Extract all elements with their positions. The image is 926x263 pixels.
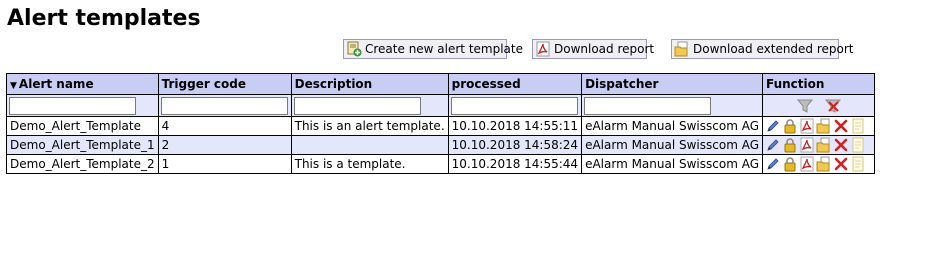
lock-icon[interactable] xyxy=(782,118,798,134)
column-header-dispatcher[interactable]: Dispatcher xyxy=(581,73,763,95)
description-filter-input[interactable] xyxy=(293,96,421,115)
cell-alert-name[interactable]: Demo_Alert_Template_1 xyxy=(6,135,159,155)
clear-filter-icon[interactable] xyxy=(824,99,841,113)
download-extended-report-button[interactable]: Download extended report xyxy=(671,39,854,59)
cell-processed: 10.10.2018 14:55:11 xyxy=(447,116,583,136)
edit-icon[interactable] xyxy=(765,118,781,134)
filter-icon[interactable] xyxy=(796,99,813,113)
table-row[interactable]: Demo_Alert_Template_1 2 10.10.2018 14:58… xyxy=(6,135,875,155)
folder-icon[interactable] xyxy=(816,118,832,134)
cell-functions xyxy=(762,116,875,136)
pdf-icon[interactable] xyxy=(799,137,815,153)
copy-icon[interactable] xyxy=(850,137,866,153)
cell-alert-name[interactable]: Demo_Alert_Template xyxy=(6,116,159,136)
alert-name-filter-input[interactable] xyxy=(9,96,136,115)
create-alert-template-label: Create new alert template xyxy=(365,42,523,56)
trigger-code-filter-input[interactable] xyxy=(160,96,288,115)
folder-document-icon xyxy=(674,41,688,57)
cell-description: This is a template. xyxy=(290,154,449,174)
add-document-icon xyxy=(347,41,362,57)
cell-alert-name[interactable]: Demo_Alert_Template_2 xyxy=(6,154,159,174)
download-extended-report-label: Download extended report xyxy=(693,42,854,56)
page-title: Alert templates xyxy=(7,6,201,31)
cell-description: This is an alert template. xyxy=(290,116,449,136)
cell-dispatcher: eAlarm Manual Swisscom AG xyxy=(581,116,763,136)
column-header-alert-name[interactable]: ▼ Alert name xyxy=(6,73,159,95)
copy-icon[interactable] xyxy=(850,118,866,134)
cell-trigger-code: 4 xyxy=(157,116,292,136)
table-row[interactable]: Demo_Alert_Template_2 1 This is a templa… xyxy=(6,154,875,174)
cell-trigger-code: 2 xyxy=(157,135,292,155)
lock-icon[interactable] xyxy=(782,137,798,153)
download-report-label: Download report xyxy=(554,42,655,56)
edit-icon[interactable] xyxy=(765,137,781,153)
alert-templates-table: ▼ Alert name Trigger code Description pro… xyxy=(6,73,875,174)
cell-functions xyxy=(762,154,875,174)
column-header-processed[interactable]: processed xyxy=(447,73,583,95)
cell-trigger-code: 1 xyxy=(157,154,292,174)
cell-functions xyxy=(762,135,875,155)
column-header-function: Function xyxy=(762,73,875,95)
column-header-description[interactable]: Description xyxy=(290,73,449,95)
dispatcher-filter-input[interactable] xyxy=(584,96,712,115)
pdf-icon[interactable] xyxy=(799,156,815,172)
pdf-icon xyxy=(536,41,550,57)
delete-icon[interactable] xyxy=(833,156,849,172)
delete-icon[interactable] xyxy=(833,137,849,153)
cell-description xyxy=(290,135,449,155)
table-header-row: ▼ Alert name Trigger code Description pro… xyxy=(6,73,875,95)
download-report-button[interactable]: Download report xyxy=(532,39,654,59)
edit-icon[interactable] xyxy=(765,156,781,172)
copy-icon[interactable] xyxy=(850,156,866,172)
cell-processed: 10.10.2018 14:55:44 xyxy=(447,154,583,174)
folder-icon[interactable] xyxy=(816,156,832,172)
column-header-trigger-code[interactable]: Trigger code xyxy=(157,73,292,95)
filter-row xyxy=(6,94,875,117)
pdf-icon[interactable] xyxy=(799,118,815,134)
lock-icon[interactable] xyxy=(782,156,798,172)
cell-processed: 10.10.2018 14:58:24 xyxy=(447,135,583,155)
sort-descending-icon: ▼ xyxy=(10,81,17,91)
create-alert-template-button[interactable]: Create new alert template xyxy=(343,39,523,59)
cell-dispatcher: eAlarm Manual Swisscom AG xyxy=(581,154,763,174)
folder-icon[interactable] xyxy=(816,137,832,153)
delete-icon[interactable] xyxy=(833,118,849,134)
cell-dispatcher: eAlarm Manual Swisscom AG xyxy=(581,135,763,155)
processed-filter-input[interactable] xyxy=(450,96,578,115)
table-row[interactable]: Demo_Alert_Template 4 This is an alert t… xyxy=(6,116,875,136)
